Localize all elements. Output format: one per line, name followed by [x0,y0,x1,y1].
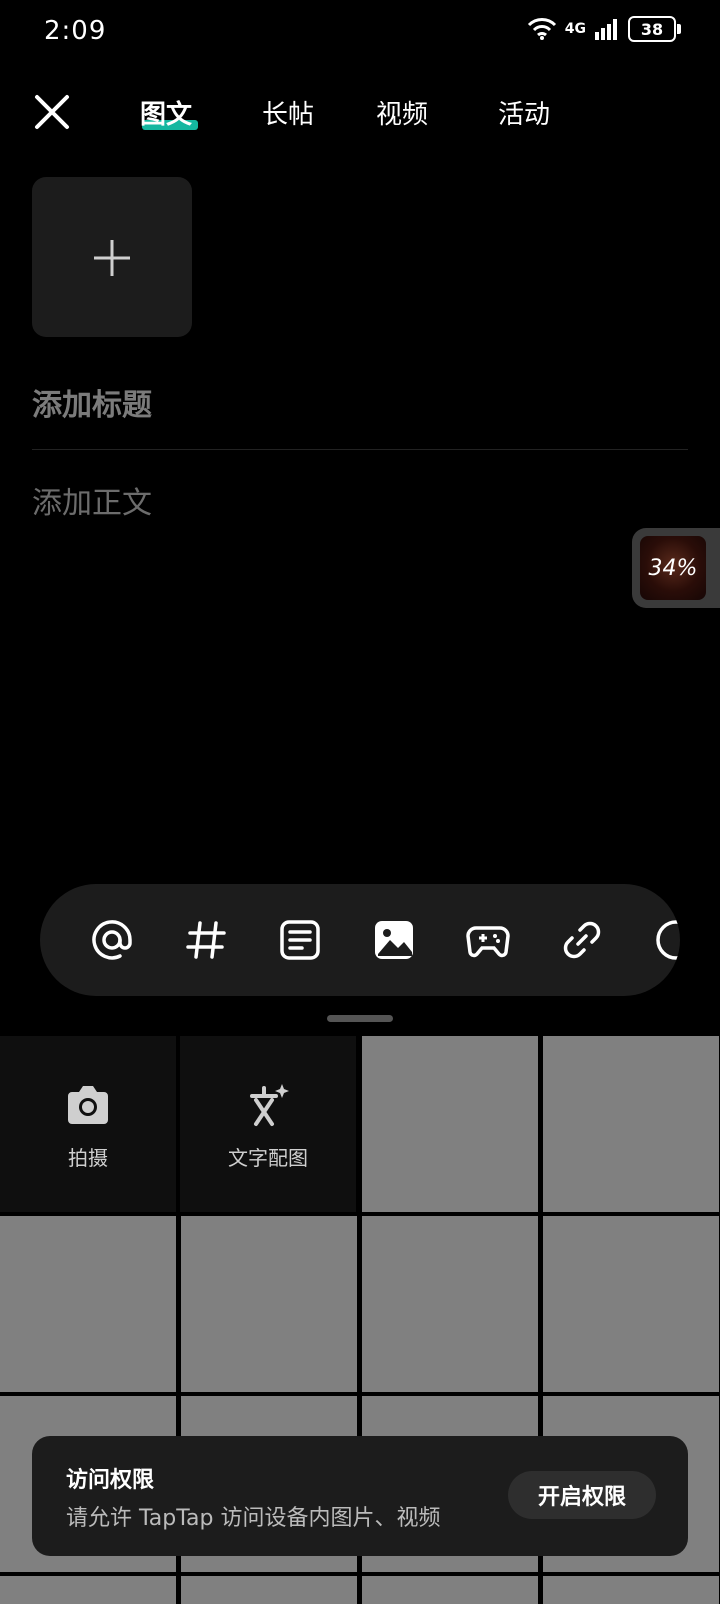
plus-icon [94,240,130,276]
gallery-tile[interactable] [543,1576,719,1604]
hashtag-icon[interactable] [184,918,228,962]
enable-permission-button[interactable]: 开启权限 [508,1471,656,1519]
camera-tile[interactable]: 拍摄 [0,1036,176,1212]
gallery-tile[interactable] [0,1216,176,1392]
status-time: 2:09 [44,16,107,46]
signal-icon [595,19,617,40]
gallery-tile[interactable] [362,1576,538,1604]
tab-long-post[interactable]: 长帖 [262,94,314,131]
battery-level: 38 [640,19,664,39]
tab-video[interactable]: 视频 [376,94,428,131]
gallery-tile[interactable] [543,1216,719,1392]
text-sparkle-icon [250,1084,289,1126]
text-image-label: 文字配图 [228,1146,308,1170]
more-icon[interactable] [654,918,680,962]
gallery-tile[interactable] [362,1216,538,1392]
wifi-icon [527,18,556,40]
tab-image-text[interactable]: 图文 [140,94,192,131]
camera-label: 拍摄 [68,1146,108,1170]
network-type: 4G [564,21,586,37]
gallery-tile[interactable] [0,1576,176,1604]
tab-activity[interactable]: 活动 [498,94,550,131]
floating-widget-progress[interactable]: 34% [640,536,706,600]
gallery-tile[interactable] [181,1576,357,1604]
permission-description: 请允许 TapTap 访问设备内图片、视频 [66,1506,441,1531]
title-divider [32,449,688,450]
status-icons: 4G 38 [527,16,681,42]
drag-handle[interactable] [327,1015,393,1022]
text-image-tile[interactable]: 文字配图 [180,1036,356,1212]
image-icon[interactable] [372,918,416,962]
text-block-icon[interactable] [278,918,322,962]
gallery-tile[interactable] [543,1036,719,1212]
close-icon[interactable] [32,92,72,132]
gallery-tile[interactable] [362,1036,538,1212]
title-input[interactable]: 添加标题 [32,380,152,424]
gallery-tile[interactable] [181,1216,357,1392]
body-input[interactable]: 添加正文 [32,478,152,522]
insert-toolbar [40,884,680,996]
permission-title: 访问权限 [66,1468,155,1493]
camera-icon [68,1086,108,1124]
link-icon[interactable] [560,918,604,962]
battery-icon: 38 [628,16,681,42]
at-icon[interactable] [90,918,134,962]
gamepad-icon[interactable] [466,918,510,962]
